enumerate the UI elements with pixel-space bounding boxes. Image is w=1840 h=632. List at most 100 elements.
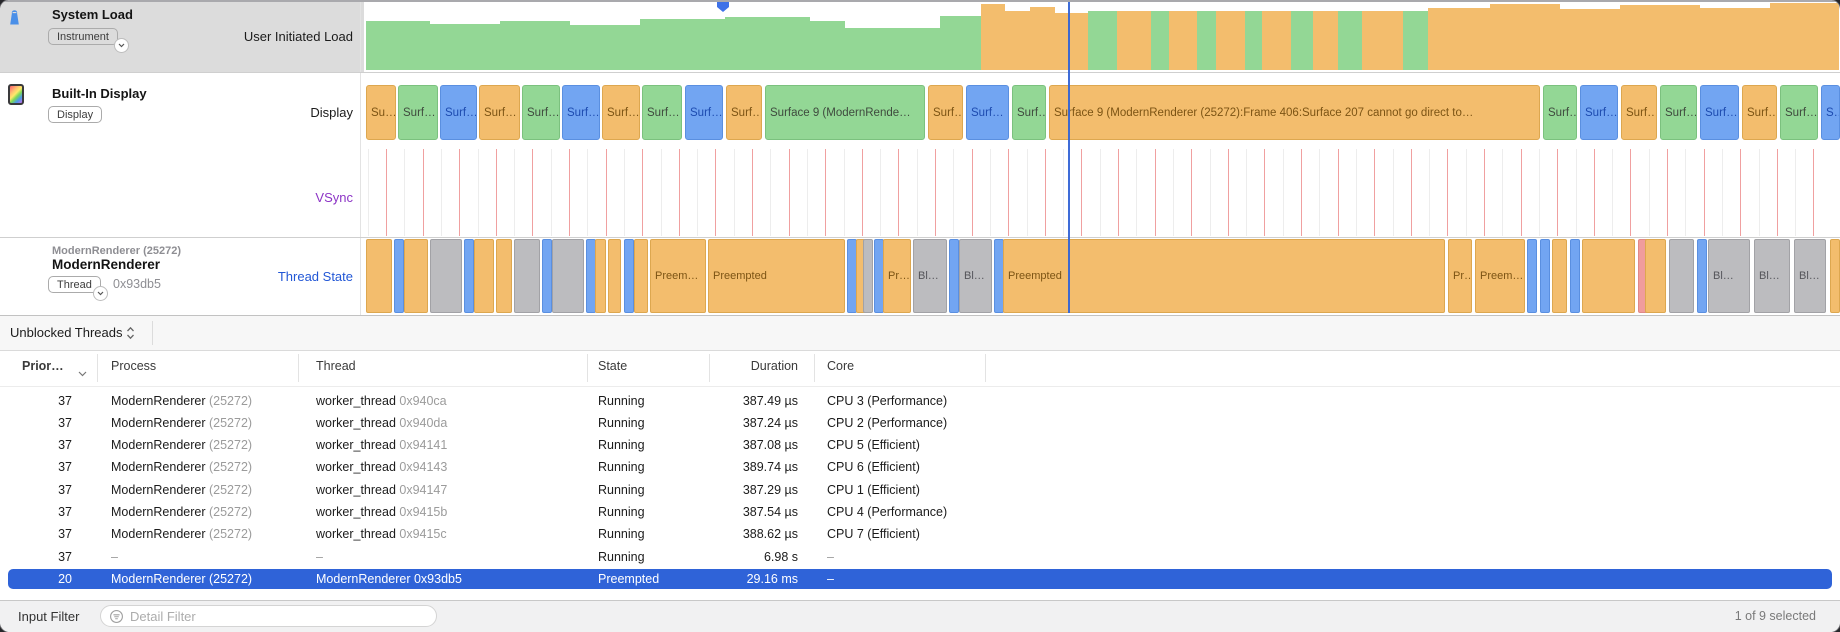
thread-state-block[interactable] (1540, 239, 1550, 313)
thread-state-block[interactable] (366, 239, 392, 313)
display-surface-block[interactable]: Surf… (1580, 85, 1618, 140)
cell-duration: 387.24 µs (742, 415, 798, 430)
display-surface-block[interactable]: Surf… (685, 85, 723, 140)
column-divider[interactable] (814, 354, 815, 382)
thread-state-block[interactable] (496, 239, 512, 313)
detail-filter-field[interactable]: Detail Filter (100, 605, 437, 627)
thread-state-block[interactable] (1582, 239, 1635, 313)
display-surface-block[interactable]: Surf… (1700, 85, 1739, 140)
display-surface-block[interactable]: Surf… (1660, 85, 1697, 140)
thread-state-block[interactable] (624, 239, 634, 313)
column-header-priority[interactable]: Prior… (22, 359, 64, 373)
column-divider[interactable] (985, 354, 986, 382)
column-divider[interactable] (298, 354, 299, 382)
display-surface-block[interactable]: Surf… (522, 85, 560, 140)
thread-state-block[interactable] (1669, 239, 1694, 313)
display-surface-block[interactable]: Surf… (562, 85, 600, 140)
detail-scope-select[interactable]: Unblocked Threads (10, 325, 123, 340)
display-surface-block[interactable]: Su… (366, 85, 396, 140)
thread-state-block[interactable] (514, 239, 540, 313)
thread-state-block[interactable] (1697, 239, 1707, 313)
display-surface-block[interactable]: Surf… (642, 85, 682, 140)
thread-state-block[interactable]: Bl… (1754, 239, 1790, 313)
display-surface-block[interactable]: Surf… (966, 85, 1009, 140)
thread-state-block[interactable] (863, 239, 873, 313)
thread-state-block[interactable] (595, 239, 606, 313)
column-divider[interactable] (587, 354, 588, 382)
thread-state-lane[interactable]: Preem…PreemptedPr…Bl…Bl…PreemptedPr…Pree… (360, 239, 1840, 313)
grid-line (1795, 149, 1797, 236)
vsync-lane[interactable] (360, 149, 1840, 236)
chevron-down-icon[interactable] (93, 286, 108, 301)
sort-chevron-icon[interactable] (78, 364, 87, 382)
table-row[interactable]: 37 ModernRenderer (25272) worker_thread 0x… (0, 435, 1840, 456)
display-surface-block[interactable]: Surf… (1621, 85, 1657, 140)
display-surface-block[interactable]: Surf… (726, 85, 762, 140)
column-header-core[interactable]: Core (827, 359, 854, 373)
thread-state-block[interactable] (634, 239, 648, 313)
table-row[interactable]: 20 ModernRenderer (25272) ModernRenderer 0… (0, 568, 1840, 590)
thread-state-block[interactable] (1552, 239, 1567, 313)
thread-state-block[interactable] (1570, 239, 1580, 313)
display-surface-block[interactable]: Surf… (1012, 85, 1046, 140)
thread-state-block[interactable] (1830, 239, 1840, 313)
thread-state-block[interactable]: Bl… (1708, 239, 1750, 313)
thread-state-block[interactable] (430, 239, 462, 313)
thread-state-block[interactable] (474, 239, 494, 313)
display-surface-block[interactable]: S… (1821, 85, 1840, 140)
table-row[interactable]: 37 ModernRenderer (25272) worker_thread 0x… (0, 524, 1840, 545)
table-row[interactable]: 37 ModernRenderer (25272) worker_thread 0x… (0, 413, 1840, 434)
thread-state-block[interactable]: Preem… (650, 239, 706, 313)
thread-state-block[interactable] (552, 239, 584, 313)
table-row[interactable]: 37 ModernRenderer (25272) worker_thread 0x… (0, 457, 1840, 478)
thread-state-block[interactable]: Bl… (913, 239, 947, 313)
thread-state-block[interactable] (404, 239, 428, 313)
thread-state-block[interactable]: Bl… (959, 239, 992, 313)
column-header-state[interactable]: State (598, 359, 627, 373)
system-load-lane[interactable] (360, 2, 1840, 70)
display-surface-block[interactable]: Surf… (1780, 85, 1818, 140)
column-divider[interactable] (709, 354, 710, 382)
display-surface-block[interactable]: Surf… (602, 85, 640, 140)
playhead-line[interactable] (1068, 2, 1070, 313)
thread-state-block[interactable] (608, 239, 621, 313)
lane-label-user-initiated-load: User Initiated Load (243, 29, 353, 44)
column-header-duration[interactable]: Duration (690, 359, 798, 373)
vsync-line (1044, 149, 1046, 236)
column-header-process[interactable]: Process (111, 359, 156, 373)
display-surface-block[interactable]: Surface 9 (ModernRenderer (25272):Frame … (1049, 85, 1540, 140)
thread-state-block[interactable] (464, 239, 474, 313)
thread-state-block[interactable] (949, 239, 959, 313)
thread-state-block[interactable]: Preem… (1475, 239, 1525, 313)
thread-state-block[interactable]: Preempted (708, 239, 845, 313)
cell-priority: 37 (58, 549, 72, 564)
thread-state-block[interactable] (1527, 239, 1537, 313)
chevron-down-icon[interactable] (114, 38, 129, 53)
display-surface-block[interactable]: Surf… (1543, 85, 1577, 140)
display-surface-block[interactable]: Surf… (928, 85, 963, 140)
display-surface-block[interactable]: Surf… (440, 85, 477, 140)
thread-state-block[interactable]: Bl… (1794, 239, 1826, 313)
column-header-thread[interactable]: Thread (316, 359, 356, 373)
cell-priority: 37 (58, 438, 72, 453)
grid-line (880, 149, 882, 236)
grid-line (1429, 149, 1431, 236)
thread-state-block[interactable]: Pr… (883, 239, 911, 313)
table-row[interactable]: 37 ModernRenderer (25272) worker_thread 0x… (0, 502, 1840, 523)
column-divider[interactable] (97, 354, 98, 382)
display-surface-block[interactable]: Surf… (398, 85, 438, 140)
table-row[interactable]: 37 ModernRenderer (25272) worker_thread 0x… (0, 480, 1840, 501)
display-surface-block[interactable]: Surf… (479, 85, 520, 140)
thread-state-block[interactable] (394, 239, 404, 313)
thread-state-block[interactable]: Pr… (1448, 239, 1472, 313)
thread-state-block[interactable] (1645, 239, 1666, 313)
display-surfaces-lane[interactable]: Su… Surf… Surf… Surf… Surf… Surf… Surf… Surf… Su… (360, 85, 1840, 140)
display-surface-block[interactable]: Surf… (1742, 85, 1777, 140)
system-load-icon (8, 9, 22, 27)
table-row[interactable]: 37 ModernRenderer (25272) worker_thread 0x… (0, 391, 1840, 412)
table-row[interactable]: 37 – – Running 6.98 s – (0, 547, 1840, 568)
vsync-line (1081, 149, 1083, 236)
display-surface-block[interactable]: Surface 9 (ModernRende… (765, 85, 925, 140)
thread-state-block[interactable] (542, 239, 552, 313)
updown-stepper-icon[interactable] (126, 326, 135, 345)
